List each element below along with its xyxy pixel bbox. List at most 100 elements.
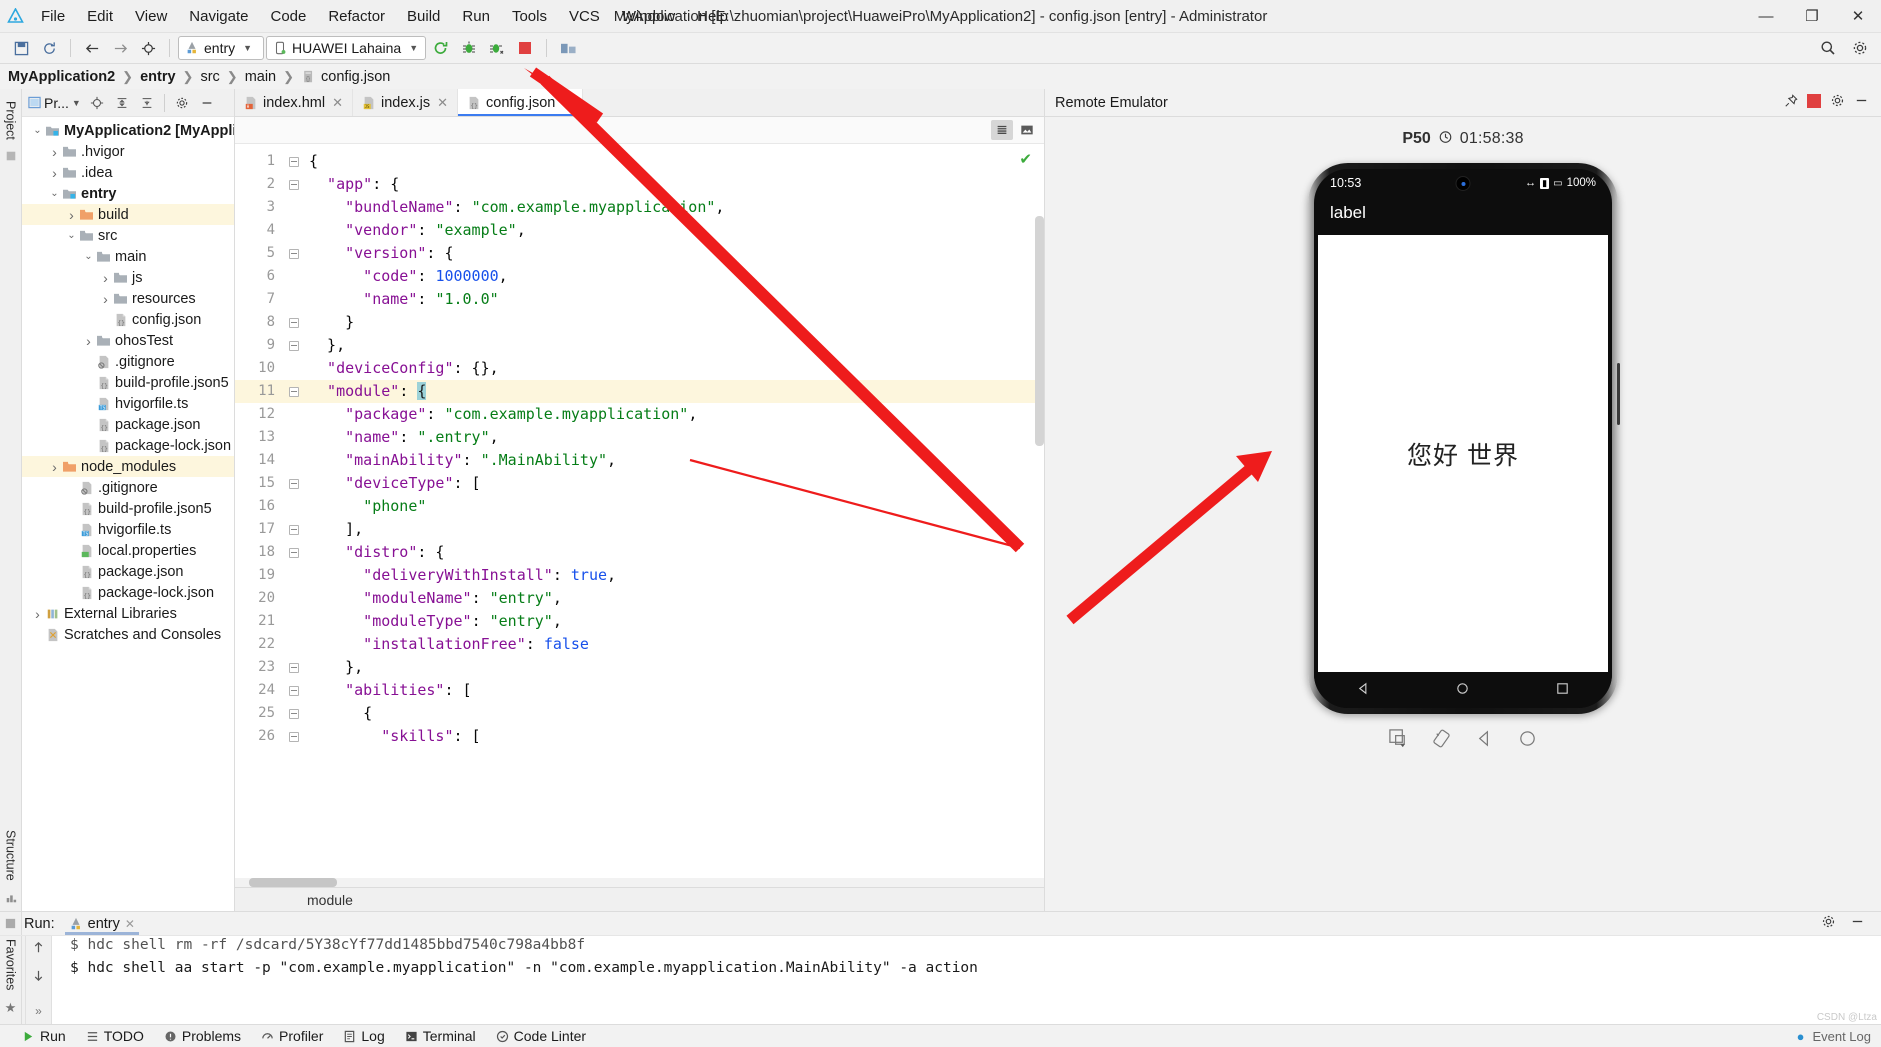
- tree-item-scratches-and-consoles[interactable]: Scratches and Consoles: [22, 624, 234, 645]
- menu-item-edit[interactable]: Edit: [76, 5, 124, 28]
- phone-screen[interactable]: 10:53 ↔ ▮ ▭ 100% label 您好 世界: [1314, 169, 1612, 708]
- fold-toggle-icon[interactable]: [283, 311, 305, 334]
- minimize-button[interactable]: —: [1743, 0, 1789, 33]
- run-settings-gear-icon[interactable]: [1821, 914, 1836, 933]
- code-folding-gutter[interactable]: [283, 144, 305, 878]
- close-icon[interactable]: ✕: [125, 917, 135, 931]
- close-button[interactable]: ✕: [1835, 0, 1881, 33]
- code-line[interactable]: "deliveryWithInstall": true,: [305, 564, 1044, 587]
- tree-item-js[interactable]: › js: [22, 267, 234, 288]
- code-line[interactable]: "distro": {: [305, 541, 1044, 564]
- stop-square-icon[interactable]: [1807, 93, 1821, 112]
- sidebar-item-structure[interactable]: Structure: [4, 824, 18, 887]
- code-editor[interactable]: 1 2 3 4 5 6 7 8 9 10 11 12 13 14 15 16 17 18 19 20 21 22 23 24 2…: [235, 144, 1044, 878]
- menu-item-run[interactable]: Run: [451, 5, 501, 28]
- tree-item--idea[interactable]: › .idea: [22, 162, 234, 183]
- tree-item-package-lock-json[interactable]: {} package-lock.json: [22, 582, 234, 603]
- tab-index-hml[interactable]: Hindex.hml ✕: [235, 89, 353, 116]
- tree-item-build[interactable]: › build: [22, 204, 234, 225]
- tree-item-myapplication2-myapplicat[interactable]: ⌄ MyApplication2 [MyApplicat: [22, 120, 234, 141]
- status-item-code-linter[interactable]: Code Linter: [496, 1028, 586, 1044]
- profile-icon[interactable]: [484, 36, 510, 60]
- tab-config-json[interactable]: {} config.json ✕: [458, 89, 584, 116]
- fold-toggle-icon[interactable]: [283, 173, 305, 196]
- fold-toggle-icon[interactable]: [283, 380, 305, 403]
- maximize-button[interactable]: ❐: [1789, 0, 1835, 33]
- stop-icon[interactable]: [512, 36, 538, 60]
- status-item-run[interactable]: Run: [22, 1028, 66, 1044]
- menu-item-build[interactable]: Build: [396, 5, 451, 28]
- tab-close-icon[interactable]: ✕: [562, 95, 573, 111]
- tree-item-src[interactable]: ⌄ src: [22, 225, 234, 246]
- debug-icon[interactable]: [456, 36, 482, 60]
- pin-icon[interactable]: [1784, 93, 1798, 112]
- menu-item-refactor[interactable]: Refactor: [317, 5, 396, 28]
- breadcrumb-item-3[interactable]: main: [242, 69, 279, 85]
- status-bar-right[interactable]: ● Event Log: [1797, 1029, 1881, 1044]
- tree-item-main[interactable]: ⌄ main: [22, 246, 234, 267]
- chevron-right-icon[interactable]: ›: [99, 270, 112, 286]
- breadcrumb-item-4[interactable]: config.json: [318, 69, 393, 85]
- menu-item-vcs[interactable]: VCS: [558, 5, 611, 28]
- collapse-all-icon[interactable]: [136, 92, 158, 114]
- screenshot-icon[interactable]: [1388, 728, 1409, 753]
- breadcrumb-item-1[interactable]: entry: [137, 69, 178, 85]
- code-line[interactable]: },: [305, 656, 1044, 679]
- code-line[interactable]: "version": {: [305, 242, 1044, 265]
- code-line[interactable]: "deviceType": [: [305, 472, 1044, 495]
- tree-item-hvigorfile-ts[interactable]: TS hvigorfile.ts: [22, 519, 234, 540]
- emulator-minimize-icon[interactable]: [1854, 93, 1869, 112]
- code-line[interactable]: ],: [305, 518, 1044, 541]
- sidebar-item-project[interactable]: Project: [4, 95, 18, 146]
- fold-toggle-icon[interactable]: [283, 725, 305, 748]
- code-line[interactable]: "installationFree": false: [305, 633, 1044, 656]
- list-view-icon[interactable]: [991, 120, 1013, 140]
- preview-image-icon[interactable]: [1016, 120, 1038, 140]
- tree-item-hvigorfile-ts[interactable]: TS hvigorfile.ts: [22, 393, 234, 414]
- home-circle-icon[interactable]: [1455, 681, 1470, 700]
- back-icon[interactable]: [1474, 728, 1495, 753]
- tree-item-package-json[interactable]: {} package.json: [22, 414, 234, 435]
- hide-panel-icon[interactable]: [196, 92, 218, 114]
- fold-toggle-icon[interactable]: [283, 242, 305, 265]
- run-icon[interactable]: [428, 36, 454, 60]
- project-panel-title[interactable]: Pr... ▼: [26, 95, 83, 111]
- fold-toggle-icon[interactable]: [283, 334, 305, 357]
- code-line[interactable]: "vendor": "example",: [305, 219, 1044, 242]
- code-line[interactable]: "name": "1.0.0": [305, 288, 1044, 311]
- emulator-gear-icon[interactable]: [1830, 93, 1845, 112]
- back-triangle-icon[interactable]: [1356, 681, 1371, 700]
- code-line[interactable]: "module": {: [305, 380, 1044, 403]
- chevron-down-icon[interactable]: ⌄: [48, 188, 61, 199]
- expand-all-icon[interactable]: [111, 92, 133, 114]
- up-arrow-icon[interactable]: [31, 940, 46, 959]
- run-minimize-icon[interactable]: [1850, 914, 1865, 933]
- code-line[interactable]: "mainAbility": ".MainAbility",: [305, 449, 1044, 472]
- tree-item--hvigor[interactable]: › .hvigor: [22, 141, 234, 162]
- forward-arrow-icon[interactable]: [107, 36, 133, 60]
- status-item-profiler[interactable]: Profiler: [261, 1028, 323, 1044]
- tree-item-package-json[interactable]: {} package.json: [22, 561, 234, 582]
- breadcrumb-item-0[interactable]: MyApplication2: [5, 69, 118, 85]
- code-line[interactable]: "name": ".entry",: [305, 426, 1044, 449]
- emulator-phone-frame[interactable]: 10:53 ↔ ▮ ▭ 100% label 您好 世界: [1308, 163, 1620, 714]
- editor-vertical-scrollbar[interactable]: [1035, 216, 1044, 446]
- menu-item-code[interactable]: Code: [259, 5, 317, 28]
- gear-icon[interactable]: [1847, 36, 1873, 60]
- run-console[interactable]: $ hdc shell rm -rf /sdcard/5Y38cYf77dd14…: [52, 936, 1881, 1024]
- code-line[interactable]: "package": "com.example.myapplication",: [305, 403, 1044, 426]
- chevron-right-icon[interactable]: ›: [48, 144, 61, 160]
- chevron-down-icon[interactable]: ⌄: [65, 230, 78, 241]
- project-tree[interactable]: ⌄MyApplication2 [MyApplicat›.hvigor›.ide…: [22, 117, 234, 911]
- status-item-problems[interactable]: Problems: [164, 1028, 241, 1044]
- tab-close-icon[interactable]: ✕: [437, 95, 448, 111]
- tree-item-package-lock-json[interactable]: {} package-lock.json: [22, 435, 234, 456]
- sync-icon[interactable]: [36, 36, 62, 60]
- code-line[interactable]: "bundleName": "com.example.myapplication…: [305, 196, 1044, 219]
- menu-item-view[interactable]: View: [124, 5, 178, 28]
- back-arrow-icon[interactable]: [79, 36, 105, 60]
- code-line[interactable]: "skills": [: [305, 725, 1044, 748]
- chevron-right-icon[interactable]: ›: [82, 333, 95, 349]
- breadcrumb-item-2[interactable]: src: [197, 69, 222, 85]
- build-variants-icon[interactable]: [5, 892, 17, 904]
